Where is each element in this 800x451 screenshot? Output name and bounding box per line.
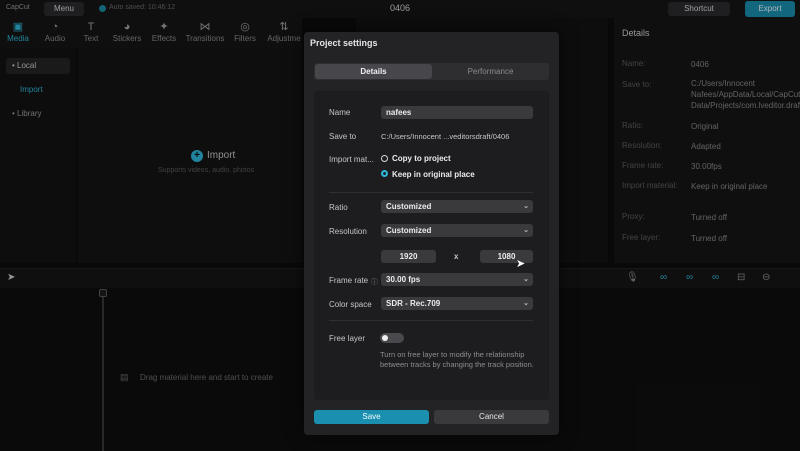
info-icon[interactable]: ⓘ [371, 277, 378, 287]
color-space-select[interactable]: SDR - Rec.709 ⌄ [381, 297, 533, 310]
frame-rate-label: Frame rate [329, 276, 369, 285]
copy-to-project-label[interactable]: Copy to project [392, 154, 451, 163]
chevron-down-icon: ⌄ [523, 227, 529, 234]
ratio-label: Ratio [329, 203, 348, 212]
resolution-label: Resolution [329, 227, 367, 236]
mouse-cursor-icon: ➤ [516, 258, 526, 270]
free-layer-label: Free layer [329, 334, 366, 343]
toggle-knob [382, 335, 388, 341]
tab-details[interactable]: Details [315, 64, 432, 79]
save-to-label: Save to [329, 132, 357, 141]
resolution-width-input[interactable]: 1920 [381, 250, 436, 263]
import-material-label: Import mat... [329, 155, 374, 164]
color-space-label: Color space [329, 300, 372, 309]
chevron-down-icon: ⌄ [523, 203, 529, 210]
save-to-path[interactable]: C:/Users/Innocent ...veditorsdraft/0406 [381, 132, 509, 141]
free-layer-hint: Turn on free layer to modify the relatio… [380, 350, 534, 369]
chevron-down-icon: ⌄ [523, 300, 529, 307]
name-input[interactable]: nafees [381, 106, 533, 119]
divider [329, 320, 533, 321]
dialog-title: Project settings [310, 38, 378, 48]
keep-original-label[interactable]: Keep in original place [392, 170, 475, 179]
save-button[interactable]: Save [314, 410, 429, 424]
copy-to-project-radio[interactable] [381, 155, 388, 162]
chevron-down-icon: ⌄ [523, 276, 529, 283]
frame-rate-select[interactable]: 30.00 fps ⌄ [381, 273, 533, 286]
resolution-separator: x [454, 252, 459, 261]
keep-original-radio[interactable] [381, 170, 388, 177]
ratio-select[interactable]: Customized ⌄ [381, 200, 533, 213]
divider [329, 192, 533, 193]
resolution-select[interactable]: Customized ⌄ [381, 224, 533, 237]
tab-performance[interactable]: Performance [433, 64, 548, 79]
cancel-button[interactable]: Cancel [434, 410, 549, 424]
name-label: Name [329, 108, 351, 117]
